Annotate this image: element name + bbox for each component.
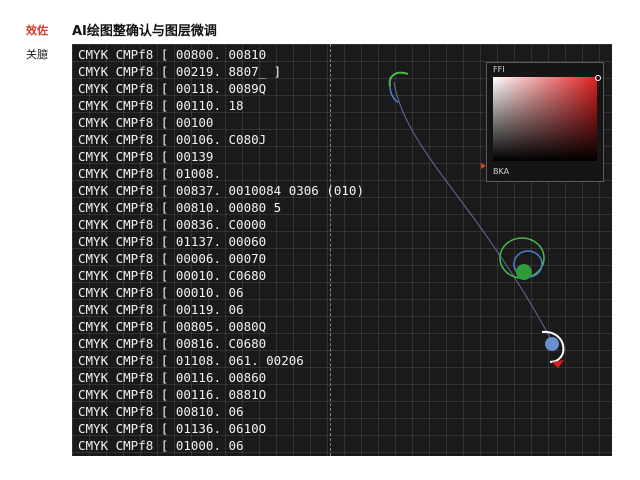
- page-title: AI绘图整确认与图层微调: [72, 24, 217, 39]
- tag-section: 关臆: [26, 48, 48, 61]
- picker-cursor[interactable]: [595, 75, 601, 81]
- color-picker-bottom-label: BKA: [493, 167, 510, 176]
- end-node-blue[interactable]: [545, 337, 559, 351]
- start-hook-green[interactable]: [388, 71, 409, 87]
- drawing-canvas[interactable]: CMYK CMPf8 [ 00800. 00810 CMYK CMPf8 [ 00…: [72, 44, 612, 456]
- picker-pointer-icon: [481, 163, 486, 169]
- saturation-brightness-square[interactable]: [493, 77, 597, 161]
- anchor-point-green[interactable]: [516, 264, 532, 280]
- tag-active: 效佐: [26, 24, 48, 37]
- color-picker-panel[interactable]: FFI BKA: [481, 62, 604, 182]
- color-picker-top-label: FFI: [493, 65, 505, 74]
